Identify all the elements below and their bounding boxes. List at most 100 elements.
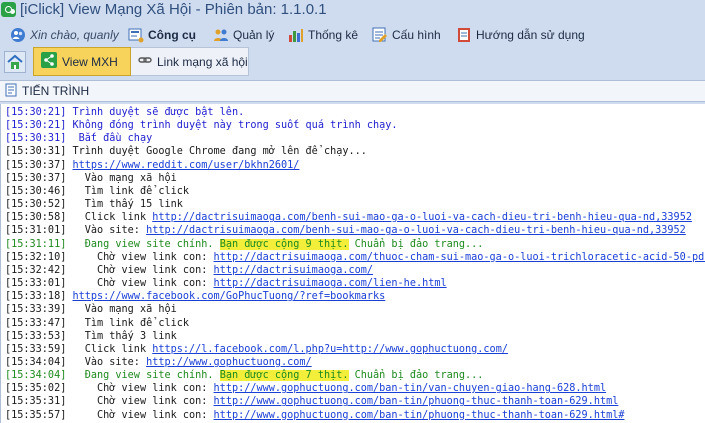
progress-panel-header: TIẾN TRÌNH (0, 80, 705, 102)
welcome-label: Xin chào, quanly (30, 28, 119, 42)
home-tab[interactable] (4, 51, 26, 73)
menu-bar: Xin chào, quanly Công cụ Quản lý Thống k… (0, 22, 705, 48)
app-icon (1, 2, 16, 17)
config-icon (372, 27, 388, 43)
log-message-tail: Chuẩn bị đảo trang... (348, 238, 484, 250)
log-line: [15:31:01] Vào site: http://dactrisuimao… (5, 224, 705, 237)
log-message: Tìm thấy 15 link (66, 199, 183, 211)
log-message: Chờ view link con: (66, 383, 214, 395)
log-link[interactable]: http://dactrisuimaoga.com/lien-he.html (214, 278, 447, 289)
log-line: [15:30:21] Trình duyệt sẽ được bật lên. (5, 106, 705, 119)
log-timestamp: [15:33:47] (5, 317, 67, 329)
tab-label: Link mạng xã hội (157, 54, 248, 69)
log-message: Click link (66, 212, 153, 224)
log-link[interactable]: http://www.gophuctuong.com/ban-tin/phuon… (214, 396, 619, 407)
log-timestamp: [15:30:46] (5, 185, 67, 197)
log-line: [15:30:31] Bắt đầu chạy (5, 132, 705, 145)
menu-cong-cu[interactable]: Công cụ (128, 25, 196, 45)
log-line: [15:30:31] Trình duyệt Google Chrome đan… (5, 145, 705, 158)
menu-thong-ke[interactable]: Thống kê (288, 25, 358, 45)
menu-item-label: Hướng dẫn sử dụng (476, 28, 585, 42)
log-line: [15:35:31] Chờ view link con: http://www… (5, 395, 705, 408)
log-timestamp: [15:32:42] (5, 264, 67, 276)
log-message: Tìm thấy 3 link (66, 330, 177, 342)
log-message: Trình duyệt Google Chrome đang mở lên để… (66, 146, 367, 158)
log-message: Không đóng trình duyệt này trong suốt qu… (66, 120, 398, 132)
log-timestamp: [15:33:59] (5, 343, 67, 355)
progress-log[interactable]: [15:30:21] Trình duyệt sẽ được bật lên.[… (0, 104, 705, 423)
log-line: [15:33:01] Chờ view link con: http://dac… (5, 277, 705, 290)
log-timestamp: [15:30:21] (5, 107, 67, 118)
log-timestamp: [15:30:58] (5, 212, 67, 224)
log-message: Đang view site chính. (66, 370, 220, 382)
bar-chart-icon (288, 27, 304, 43)
log-link[interactable]: https://www.reddit.com/user/bkhn2601/ (72, 160, 299, 171)
log-message-tail: Chuẩn bị đảo trang... (348, 370, 484, 382)
menu-cau-hinh[interactable]: Cấu hình (372, 25, 441, 45)
log-line: [15:30:37] Vào mạng xã hội (5, 172, 705, 185)
log-timestamp: [15:35:57] (5, 409, 67, 421)
log-link[interactable]: https://www.facebook.com/GoPhucTuong/?re… (72, 291, 385, 302)
help-book-icon (456, 27, 472, 43)
log-message: Tìm link để click (66, 185, 190, 197)
log-message: Vào mạng xã hội (66, 172, 177, 184)
log-line: [15:33:47] Tìm link để click (5, 317, 705, 330)
log-timestamp: [15:33:18] (5, 291, 67, 303)
log-line: [15:35:02] Chờ view link con: http://www… (5, 382, 705, 395)
log-link[interactable]: https://l.facebook.com/l.php?u=http://ww… (152, 344, 508, 355)
log-timestamp: [15:35:31] (5, 396, 67, 408)
log-message: Đang view site chính. (66, 238, 220, 250)
log-line: [15:34:04] Vào site: http://www.gophuctu… (5, 356, 705, 369)
log-message: Chờ view link con: (66, 396, 214, 408)
log-link[interactable]: http://dactrisuimaoga.com/benh-sui-mao-g… (152, 212, 692, 223)
menu-item-label: Công cụ (148, 28, 196, 42)
tab-view-mxh[interactable]: View MXH (33, 47, 131, 76)
log-line: [15:34:04] Đang view site chính. Bạn đượ… (5, 369, 705, 382)
log-message: Vào site: (66, 225, 147, 237)
menu-item-label: Thống kê (308, 28, 359, 42)
log-link[interactable]: http://dactrisuimaoga.com/benh-sui-mao-g… (146, 225, 686, 236)
panel-title: TIẾN TRÌNH (22, 84, 90, 98)
log-link[interactable]: http://dactrisuimaoga.com/thuoc-cham-sui… (214, 252, 705, 263)
log-message: Click link (66, 343, 153, 355)
welcome-user[interactable]: Xin chào, quanly (10, 25, 119, 45)
log-timestamp: [15:34:04] (5, 370, 67, 382)
log-link[interactable]: http://dactrisuimaoga.com/ (214, 265, 373, 276)
log-link[interactable]: http://www.gophuctuong.com/ban-tin/van-c… (214, 383, 607, 394)
log-message: Vào mạng xã hội (66, 304, 177, 316)
log-line: [15:31:11] Đang view site chính. Bạn đượ… (5, 238, 705, 251)
log-message: Chờ view link con: (66, 251, 214, 263)
title-bar: [iClick] View Mạng Xã Hội - Phiên bản: 1… (0, 0, 705, 20)
log-timestamp: [15:31:01] (5, 225, 67, 237)
log-message: Chờ view link con: (66, 409, 214, 421)
log-timestamp: [15:30:31] (5, 133, 67, 145)
log-timestamp: [15:32:10] (5, 251, 67, 263)
tab-link-mang-xa-hoi[interactable]: Link mạng xã hội (131, 47, 249, 76)
log-line: [15:33:53] Tìm thấy 3 link (5, 330, 705, 343)
menu-item-label: Quản lý (233, 28, 275, 42)
tab-label: View MXH (62, 54, 118, 69)
log-timestamp: [15:33:39] (5, 304, 67, 316)
log-timestamp: [15:35:02] (5, 383, 67, 395)
log-line: [15:30:58] Click link http://dactrisuima… (5, 211, 705, 224)
log-line: [15:35:57] Chờ view link con: http://www… (5, 409, 705, 422)
log-timestamp: [15:30:52] (5, 199, 67, 211)
log-line: [15:33:59] Click link https://l.facebook… (5, 343, 705, 356)
log-link[interactable]: http://www.gophuctuong.com/ (146, 357, 312, 368)
log-message: Vào site: (66, 356, 147, 368)
log-timestamp: [15:31:11] (5, 238, 67, 250)
log-timestamp: [15:30:31] (5, 146, 67, 158)
log-line: [15:33:18] https://www.facebook.com/GoPh… (5, 290, 705, 303)
menu-quan-ly[interactable]: Quản lý (213, 25, 274, 45)
log-timestamp: [15:30:37] (5, 172, 67, 184)
window-title: [iClick] View Mạng Xã Hội - Phiên bản: 1… (20, 1, 327, 18)
document-icon (4, 83, 18, 100)
home-icon (7, 54, 23, 69)
log-link[interactable]: http://www.gophuctuong.com/ban-tin/phuon… (214, 410, 625, 421)
menu-huong-dan[interactable]: Hướng dẫn sử dụng (456, 25, 585, 45)
log-message: Bắt đầu chạy (66, 133, 153, 145)
log-message: Tìm link để click (66, 317, 190, 329)
log-line: [15:30:21] Không đóng trình duyệt này tr… (5, 119, 705, 132)
tab-bar: View MXH Link mạng xã hội (0, 47, 705, 76)
log-message: Chờ view link con: (66, 278, 214, 290)
